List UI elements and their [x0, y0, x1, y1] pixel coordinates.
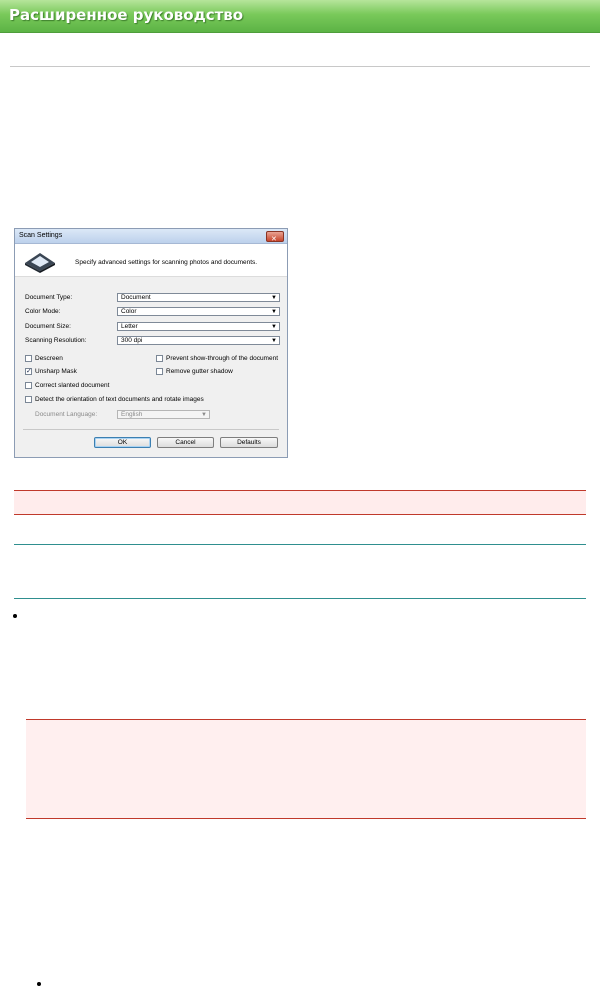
document-size-value: Letter	[121, 323, 138, 330]
scan-settings-dialog: Scan Settings ✕ Specify advanced setting…	[14, 228, 288, 458]
banner-title: Расширенное руководство	[9, 6, 244, 24]
color-mode-label: Color Mode:	[25, 308, 61, 315]
document-size-label: Document Size:	[25, 323, 71, 330]
scanning-resolution-value: 300 dpi	[121, 337, 143, 344]
close-button[interactable]: ✕	[266, 231, 284, 243]
important-note-band	[14, 490, 586, 514]
dialog-title: Scan Settings	[19, 232, 63, 239]
header-banner: Расширенное руководство	[0, 0, 600, 33]
chevron-down-icon: ▼	[271, 309, 277, 315]
document-size-select[interactable]: Letter ▼	[117, 322, 280, 331]
dialog-header: Specify advanced settings for scanning p…	[15, 244, 287, 277]
chevron-down-icon: ▼	[271, 295, 277, 301]
descreen-label: Descreen	[35, 355, 63, 362]
document-type-select[interactable]: Document ▼	[117, 293, 280, 302]
document-type-label: Document Type:	[25, 294, 73, 301]
color-mode-value: Color	[121, 308, 137, 315]
dialog-separator	[23, 429, 279, 430]
prevent-show-through-label: Prevent show-through of the document	[166, 355, 279, 362]
descreen-checkbox[interactable]	[25, 355, 32, 362]
remove-gutter-shadow-label: Remove gutter shadow	[166, 368, 233, 375]
important-rule-bottom	[14, 514, 586, 515]
document-type-value: Document	[121, 294, 151, 301]
detect-orientation-checkbox[interactable]	[25, 396, 32, 403]
document-language-value: English	[121, 411, 143, 418]
bullet-marker	[37, 982, 41, 986]
scanner-icon	[25, 253, 55, 273]
chevron-down-icon: ▼	[271, 324, 277, 330]
defaults-button[interactable]: Defaults	[220, 437, 278, 448]
ok-button[interactable]: OK	[94, 437, 151, 448]
remove-gutter-shadow-checkbox[interactable]	[156, 368, 163, 375]
close-icon: ✕	[271, 236, 277, 243]
document-language-label: Document Language:	[35, 411, 98, 418]
important-box-rule-top	[26, 719, 586, 720]
unsharp-mask-checkbox[interactable]	[25, 367, 32, 375]
correct-slanted-checkbox[interactable]	[25, 382, 32, 389]
bullet-marker	[13, 614, 17, 618]
chevron-down-icon: ▼	[201, 412, 207, 418]
color-mode-select[interactable]: Color ▼	[117, 307, 280, 316]
detect-orientation-label: Detect the orientation of text documents…	[35, 396, 204, 403]
correct-slanted-label: Correct slanted document	[35, 382, 110, 389]
chevron-down-icon: ▼	[271, 338, 277, 344]
unsharp-mask-label: Unsharp Mask	[35, 368, 77, 375]
important-box-rule-bottom	[26, 818, 586, 819]
cancel-button[interactable]: Cancel	[157, 437, 214, 448]
important-box	[26, 719, 586, 818]
scanning-resolution-select[interactable]: 300 dpi ▼	[117, 336, 280, 345]
scanning-resolution-label: Scanning Resolution:	[25, 337, 87, 344]
note-rule-top	[14, 544, 586, 545]
prevent-show-through-checkbox[interactable]	[156, 355, 163, 362]
document-language-select[interactable]: English ▼	[117, 410, 210, 419]
dialog-title-bar: Scan Settings ✕	[15, 229, 287, 244]
header-divider	[10, 66, 590, 67]
important-rule-top	[14, 490, 586, 491]
dialog-description: Specify advanced settings for scanning p…	[75, 259, 258, 266]
note-rule-bottom	[14, 598, 586, 599]
